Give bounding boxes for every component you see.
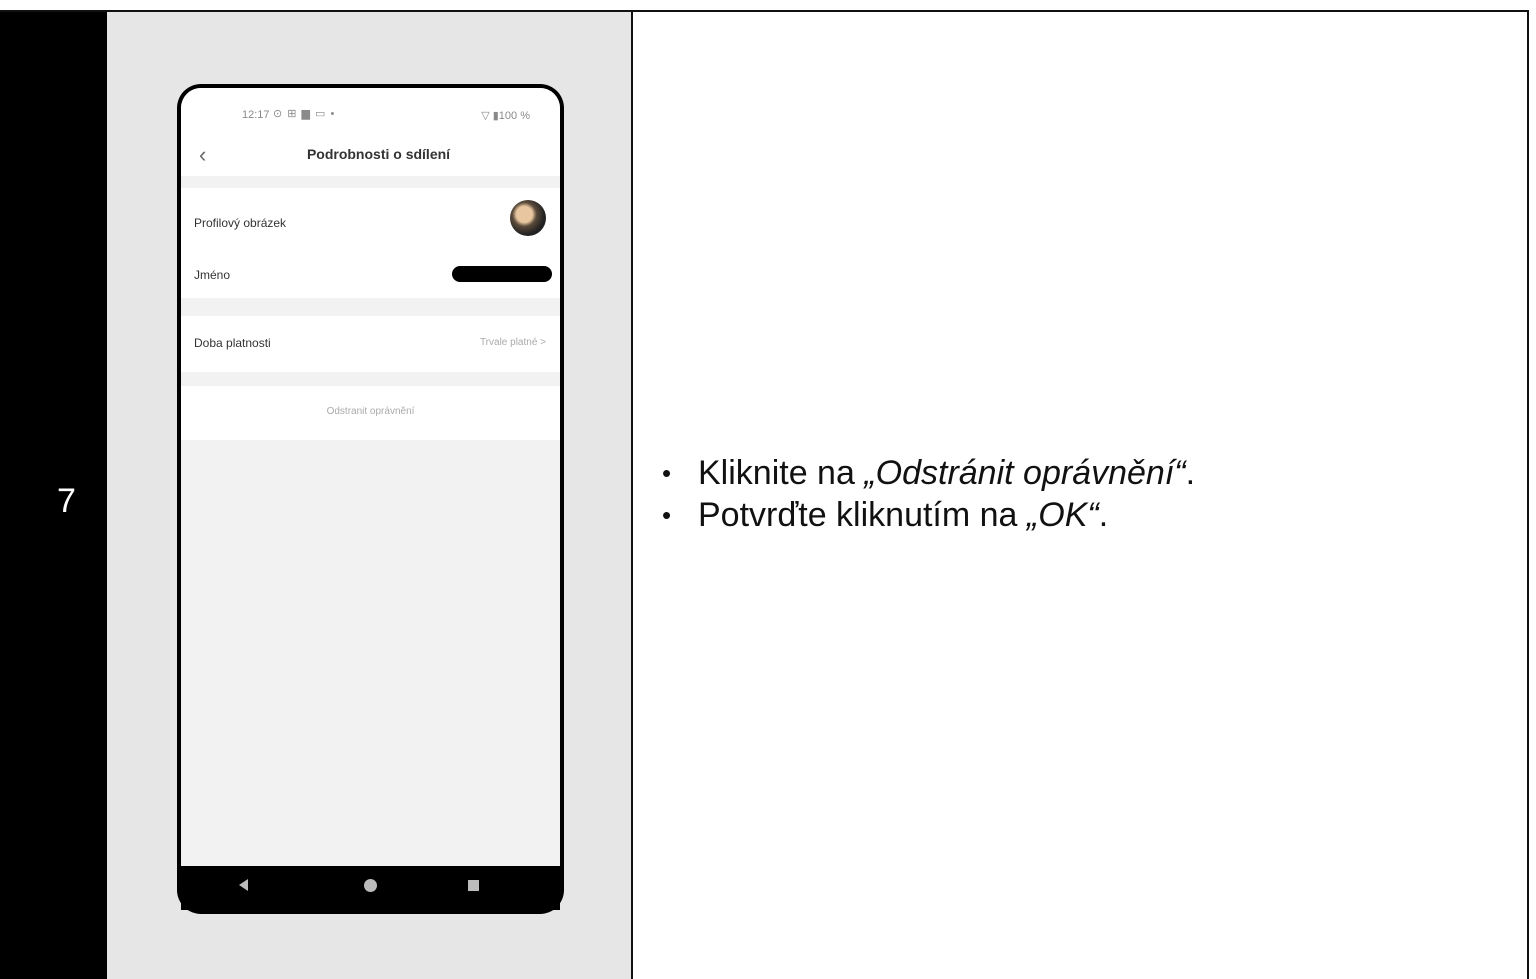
battery-indicator: ▽ ▮100 % — [481, 110, 530, 122]
instruction-item: Kliknite na „Odstránit oprávnění“. — [662, 452, 1195, 494]
instruction-list: Kliknite na „Odstránit oprávnění“. Potvr… — [662, 452, 1195, 536]
validity-row[interactable]: Doba platnosti Trvale platné > — [181, 316, 560, 372]
nav-back-icon[interactable] — [239, 879, 248, 891]
phone-screen: 12:17 ⊙ ⊞ ▆ ▭ • ▽ ▮100 % ‹ Podrobnosti o… — [181, 88, 560, 866]
status-time: 12:17 — [242, 109, 270, 121]
nav-home-icon[interactable] — [364, 879, 377, 892]
name-label: Jméno — [194, 268, 231, 282]
name-value-redacted — [452, 266, 552, 282]
remove-permission-button[interactable]: Odstranit oprávnění — [181, 386, 560, 440]
remove-permission-label: Odstranit oprávnění — [326, 406, 415, 417]
android-nav-bar — [181, 866, 560, 910]
nav-recent-apps-icon[interactable] — [468, 880, 479, 891]
validity-label: Doba platnosti — [194, 336, 271, 350]
app-header: ‹ Podrobnosti o sdílení — [181, 140, 560, 176]
validity-value: Trvale platné > — [479, 337, 546, 348]
status-bar: 12:17 ⊙ ⊞ ▆ ▭ • ▽ ▮100 % — [181, 88, 560, 140]
status-icons: ⊙ ⊞ ▆ ▭ • — [273, 108, 336, 120]
page-title: Podrobnosti o sdílení — [306, 146, 451, 162]
instruction-item: Potvrďte kliknutím na „OK“. — [662, 494, 1195, 536]
avatar — [510, 200, 546, 236]
profile-card: Profilový obrázek Jméno — [181, 188, 560, 298]
profile-picture-label: Profilový obrázek — [194, 216, 287, 230]
